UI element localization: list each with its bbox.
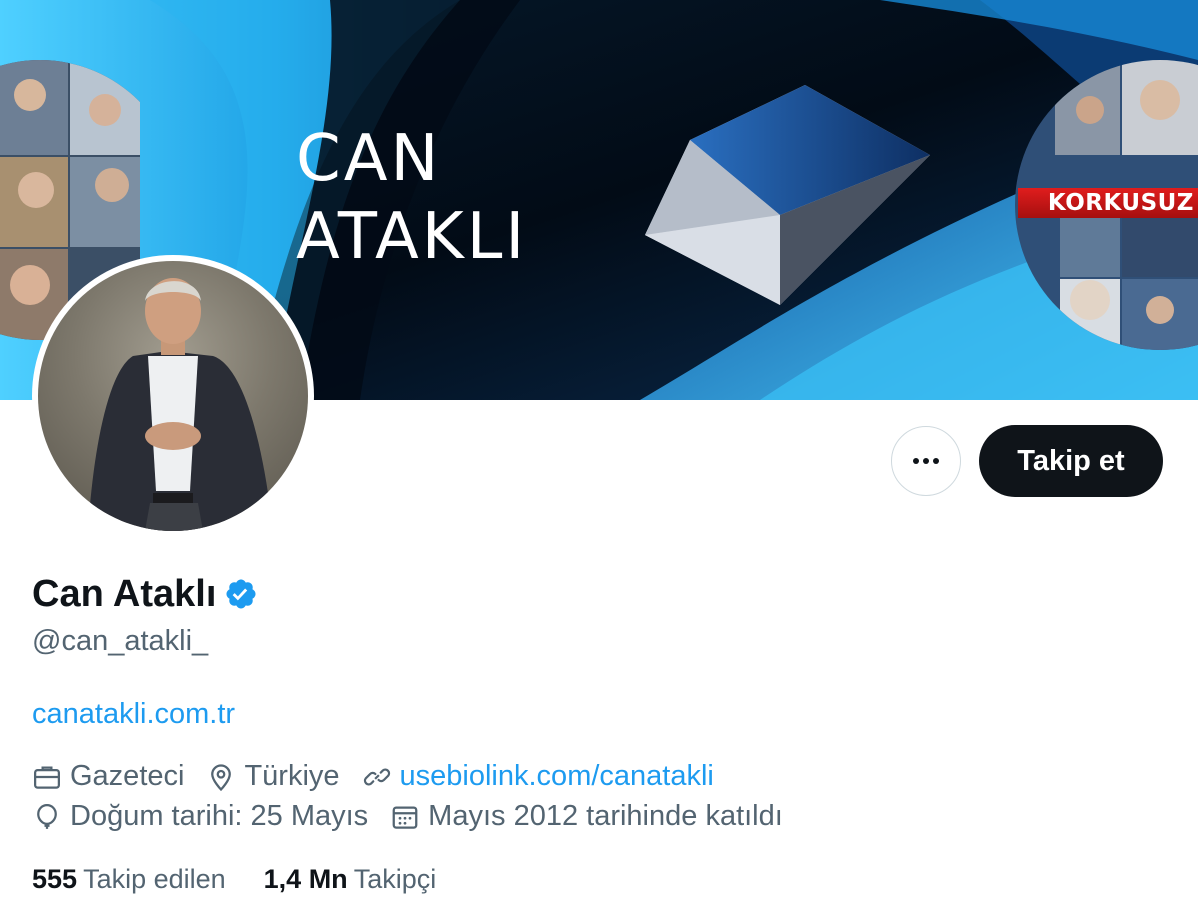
followers-label: Takipçi: [353, 864, 437, 894]
briefcase-icon: [34, 766, 60, 789]
joined-text: Mayıs 2012 tarihinde katıldı: [428, 800, 783, 832]
following-label: Takip edilen: [83, 864, 226, 894]
profile-meta-row-1: Gazeteci Türkiye usebiolink.com/canatakl…: [32, 760, 736, 793]
more-horizontal-icon: [913, 458, 939, 464]
profile-meta-row-2: Doğum tarihi: 25 Mayıs Mayıs 2012 tarihi…: [32, 800, 805, 833]
verified-badge-icon[interactable]: [224, 577, 258, 611]
location-item: Türkiye: [206, 760, 340, 793]
following-stat[interactable]: 555 Takip edilen: [32, 864, 226, 895]
birthday-text: Doğum tarihi: 25 Mayıs: [70, 800, 369, 832]
banner-title-line2: ATAKLI: [296, 200, 528, 274]
followers-stat[interactable]: 1,4 Mn Takipçi: [264, 864, 437, 895]
link-icon: [363, 768, 390, 785]
location-text: Türkiye: [244, 760, 340, 792]
follow-button[interactable]: Takip et: [979, 425, 1163, 497]
bio-link[interactable]: canatakli.com.tr: [32, 698, 235, 731]
joined-item: Mayıs 2012 tarihinde katıldı: [390, 800, 783, 833]
banner-title-line1: CAN: [296, 122, 442, 196]
balloon-icon: [37, 803, 57, 829]
profile-avatar[interactable]: [32, 255, 314, 537]
avatar-photo: [88, 278, 273, 531]
banner-title: CAN ATAKLI: [296, 120, 596, 276]
display-name: Can Ataklı: [32, 573, 217, 615]
following-count: 555: [32, 864, 78, 894]
follow-stats: 555 Takip edilen 1,4 Mn Takipçi: [32, 864, 474, 895]
birthday-item: Doğum tarihi: 25 Mayıs: [32, 800, 368, 833]
website-link[interactable]: usebiolink.com/canatakli: [400, 760, 714, 793]
calendar-icon: [392, 806, 418, 829]
location-pin-icon: [211, 763, 232, 791]
profile-handle: @can_atakli_: [32, 625, 209, 657]
more-options-button[interactable]: [891, 426, 961, 496]
profession-item: Gazeteci: [32, 760, 184, 793]
website-item[interactable]: usebiolink.com/canatakli: [362, 760, 714, 793]
profession-text: Gazeteci: [70, 760, 185, 792]
followers-count: 1,4 Mn: [263, 864, 348, 894]
banner-badge: KORKUSUZ: [1018, 188, 1198, 218]
profile-name-row: Can Ataklı: [32, 572, 258, 616]
